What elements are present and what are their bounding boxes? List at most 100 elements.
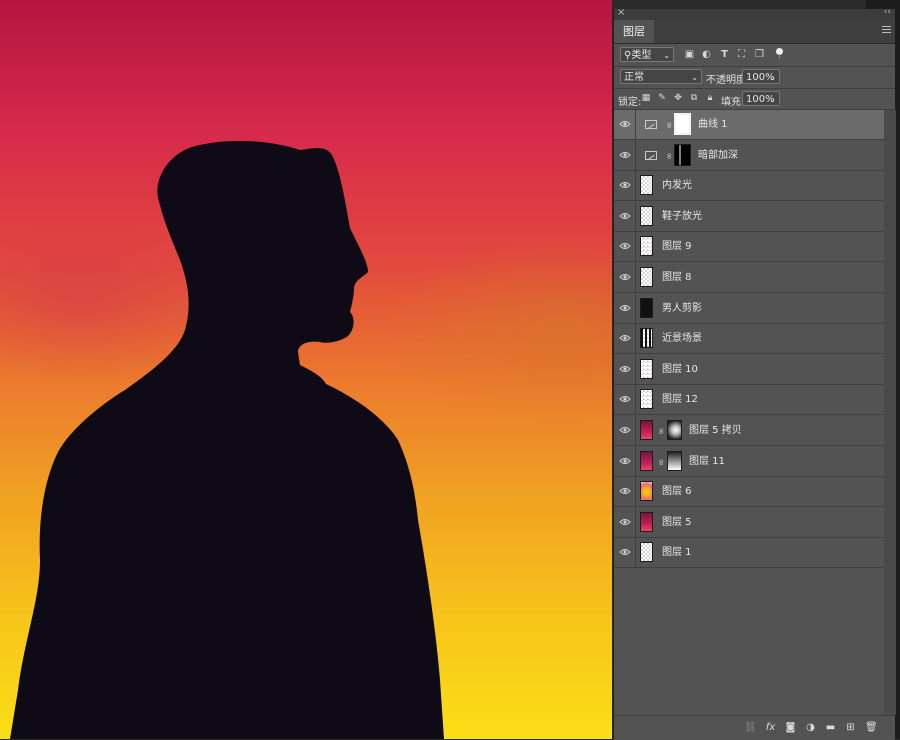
window-top-strip: [612, 0, 900, 9]
link-layers-icon[interactable]: ⛓: [744, 722, 757, 733]
eye-icon[interactable]: [619, 119, 631, 129]
lock-position-icon[interactable]: ✥: [673, 93, 683, 103]
layer-mask-thumbnail[interactable]: [674, 113, 691, 135]
layer-thumbnail[interactable]: [640, 481, 653, 501]
layer-name: 图层 10: [662, 364, 698, 375]
filter-kind-select[interactable]: ⚲类型 ⌄: [620, 47, 674, 62]
eye-icon[interactable]: [619, 517, 631, 527]
opacity-field[interactable]: 100% ⌄: [742, 69, 780, 84]
layer-thumbnail[interactable]: [640, 420, 653, 440]
smart-object-filter-icon[interactable]: ❐: [754, 49, 765, 60]
panel-menu-icon[interactable]: [882, 26, 891, 35]
shape-filter-icon[interactable]: ⛶: [736, 49, 747, 60]
eye-icon[interactable]: [619, 333, 631, 343]
eye-icon[interactable]: [619, 211, 631, 221]
eye-separator: [635, 232, 636, 261]
layer-name: 男人剪影: [662, 303, 702, 314]
blend-mode-select[interactable]: 正常 ⌄: [620, 69, 702, 84]
eye-icon[interactable]: [619, 241, 631, 251]
layer-row[interactable]: ∞ 图层 5 拷贝: [614, 416, 884, 446]
mask-link-icon[interactable]: ∞: [663, 153, 674, 161]
mask-link-icon[interactable]: ∞: [655, 459, 666, 467]
layer-list-scrollbar[interactable]: [884, 110, 896, 715]
layer-name: 暗部加深: [698, 150, 738, 161]
delete-layer-icon[interactable]: 🗑︎: [865, 722, 878, 733]
mask-link-icon[interactable]: ∞: [655, 428, 666, 436]
eye-icon[interactable]: [619, 547, 631, 557]
layer-row[interactable]: 男人剪影: [614, 294, 884, 324]
layer-row[interactable]: 图层 1: [614, 538, 884, 568]
blend-mode-value: 正常: [624, 72, 644, 83]
layers-panel: × ‹‹ 图层 ⚲类型 ⌄ ▣ ◐ T ⛶ ❐ 正常 ⌄ 不透明度: 100% …: [613, 7, 896, 740]
eye-icon[interactable]: [619, 486, 631, 496]
new-adjustment-icon[interactable]: ◑: [805, 722, 816, 733]
lock-transparency-icon[interactable]: ▦: [641, 93, 651, 103]
blend-row: 正常 ⌄ 不透明度: 100% ⌄: [614, 67, 895, 89]
filter-toggle-stem: [779, 54, 780, 59]
layer-thumbnail[interactable]: [640, 359, 653, 379]
layer-row[interactable]: ∞ 图层 11: [614, 447, 884, 477]
eye-icon[interactable]: [619, 272, 631, 282]
eye-icon[interactable]: [619, 150, 631, 160]
fx-icon[interactable]: fx: [765, 722, 776, 733]
layer-thumbnail[interactable]: [640, 267, 653, 287]
lock-all-icon[interactable]: 🔒︎: [705, 93, 715, 103]
layer-row[interactable]: ∞ 曲线 1: [614, 110, 884, 140]
panel-tabbar: 图层: [614, 20, 895, 44]
layer-thumbnail[interactable]: [640, 451, 653, 471]
panel-bottom-bar: ⛓ fx ◙ ◑ ▬ ⊞ 🗑︎: [614, 715, 895, 740]
layer-row[interactable]: 图层 10: [614, 355, 884, 385]
eye-separator: [635, 477, 636, 506]
eye-icon[interactable]: [619, 364, 631, 374]
layer-thumbnail[interactable]: [640, 206, 653, 226]
type-filter-icon[interactable]: T: [719, 49, 730, 60]
eye-separator: [635, 294, 636, 323]
layer-row[interactable]: 图层 9: [614, 232, 884, 262]
eye-icon[interactable]: [619, 180, 631, 190]
layer-thumbnail[interactable]: [640, 389, 653, 409]
collapse-icon[interactable]: ‹‹: [884, 7, 891, 17]
adjustment-filter-icon[interactable]: ◐: [701, 49, 712, 60]
new-layer-icon[interactable]: ⊞: [845, 722, 856, 733]
tab-layers[interactable]: 图层: [614, 20, 654, 43]
filter-kind-label: 类型: [631, 50, 652, 61]
layer-mask-thumbnail[interactable]: [667, 420, 682, 440]
eye-icon[interactable]: [619, 456, 631, 466]
eye-icon[interactable]: [619, 303, 631, 313]
eye-separator: [635, 447, 636, 476]
lock-label: 锁定:: [618, 97, 642, 108]
new-group-icon[interactable]: ▬: [825, 722, 836, 733]
layer-row[interactable]: 近景场景: [614, 324, 884, 354]
layer-mask-thumbnail[interactable]: [674, 144, 691, 166]
layer-row[interactable]: 图层 5: [614, 508, 884, 538]
image-filter-icon[interactable]: ▣: [684, 49, 695, 60]
layer-thumbnail[interactable]: [640, 328, 653, 348]
layer-name: 图层 6: [662, 486, 692, 497]
layer-thumbnail[interactable]: [640, 298, 653, 318]
eye-icon[interactable]: [619, 394, 631, 404]
layer-row[interactable]: 内发光: [614, 171, 884, 201]
add-mask-icon[interactable]: ◙: [785, 722, 796, 733]
lock-pixels-icon[interactable]: ✎: [657, 93, 667, 103]
layer-name: 图层 12: [662, 394, 698, 405]
layer-mask-thumbnail[interactable]: [667, 451, 682, 471]
eye-icon[interactable]: [619, 425, 631, 435]
layer-row[interactable]: 图层 8: [614, 263, 884, 293]
eye-separator: [635, 110, 636, 139]
mask-link-icon[interactable]: ∞: [663, 122, 674, 130]
document-canvas[interactable]: [0, 0, 612, 739]
layer-thumbnail[interactable]: [640, 175, 653, 195]
layer-thumbnail[interactable]: [640, 236, 653, 256]
eye-separator: [635, 202, 636, 231]
layer-thumbnail[interactable]: [640, 542, 653, 562]
layer-thumbnail[interactable]: [640, 512, 653, 532]
layer-row[interactable]: ∞ 暗部加深: [614, 141, 884, 171]
layer-row[interactable]: 图层 6: [614, 477, 884, 507]
fill-field[interactable]: 100% ⌄: [742, 91, 780, 106]
eye-separator: [635, 385, 636, 414]
layer-name: 图层 5: [662, 517, 692, 528]
lock-artboard-icon[interactable]: ⧉: [689, 93, 699, 103]
layer-row[interactable]: 图层 12: [614, 385, 884, 415]
close-icon[interactable]: ×: [617, 7, 625, 18]
layer-row[interactable]: 鞋子放光: [614, 202, 884, 232]
